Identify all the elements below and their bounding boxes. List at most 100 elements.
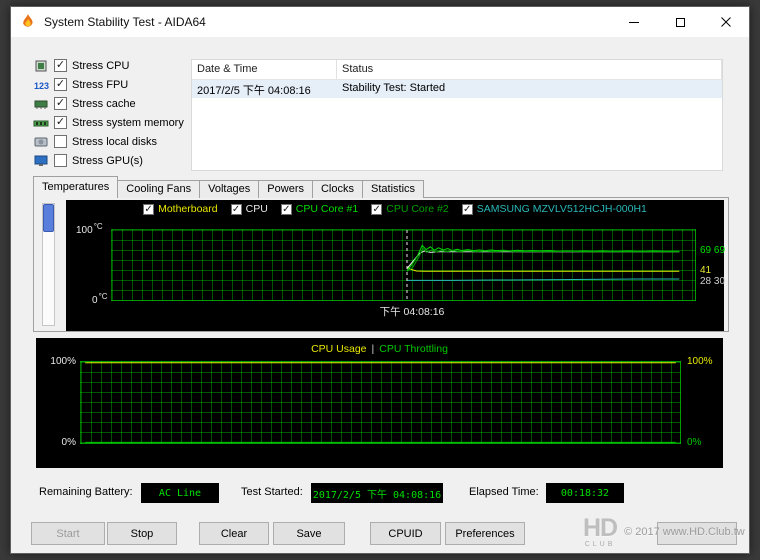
cpu-usage-title: CPU Usage	[311, 343, 366, 355]
y-axis-min-label: 0°C	[92, 292, 108, 306]
log-row[interactable]: 2017/2/5 下午 04:08:16 Stability Test: Sta…	[192, 80, 722, 98]
legend-checkbox[interactable]	[462, 204, 473, 215]
tab-voltages[interactable]: Voltages	[199, 180, 259, 198]
stress-cpu-checkbox[interactable]	[54, 59, 67, 72]
stress-option-label: Stress GPU(s)	[72, 155, 143, 167]
stress-option-label: Stress system memory	[72, 117, 184, 129]
stress-option-label: Stress local disks	[72, 136, 157, 148]
legend-item-cpu: CPU	[231, 203, 268, 215]
chart-legend: Motherboard CPU CPU Core #1 CPU Core #2	[66, 203, 724, 215]
tab-cooling-fans[interactable]: Cooling Fans	[117, 180, 200, 198]
current-value-labels: 69 694128 30	[700, 229, 726, 301]
legend-item-motherboard: Motherboard	[143, 203, 218, 215]
stress-option-gpu[interactable]: Stress GPU(s)	[33, 151, 184, 170]
tab-clocks[interactable]: Clocks	[312, 180, 363, 198]
titlebar-close-button[interactable]	[703, 7, 749, 37]
elapsed-time-label: Elapsed Time:	[469, 486, 539, 498]
scrollbar-thumb[interactable]	[43, 204, 54, 232]
usage-right-max-label: 100%	[687, 356, 713, 367]
tab-temperatures[interactable]: Temperatures	[33, 176, 118, 198]
minimize-icon	[629, 22, 639, 23]
gpu-icon	[33, 154, 50, 168]
maximize-icon	[676, 18, 685, 27]
time-axis-label: 下午 04:08:16	[362, 304, 462, 319]
titlebar: System Stability Test - AIDA64	[11, 7, 749, 37]
aida64-flame-icon	[20, 14, 36, 30]
legend-label: CPU	[246, 203, 268, 215]
cpu-usage-chart: CPU Usage | CPU Throttling 100% 0% 100% …	[36, 338, 723, 468]
save-button[interactable]: Save	[273, 522, 345, 545]
elapsed-time-value-box: 00:18:32	[546, 483, 624, 503]
close-button[interactable]	[657, 522, 737, 545]
start-button[interactable]: Start	[31, 522, 105, 545]
cpu-icon	[33, 59, 50, 73]
temperature-chart: Motherboard CPU CPU Core #1 CPU Core #2	[66, 200, 724, 331]
window-controls	[611, 7, 749, 37]
stress-disks-checkbox[interactable]	[54, 135, 67, 148]
battery-value: AC Line	[159, 488, 201, 499]
battery-value-box: AC Line	[141, 483, 219, 503]
log-cell-datetime: 2017/2/5 下午 04:08:16	[192, 80, 337, 98]
legend-item-cpu-core-1: CPU Core #1	[281, 203, 358, 215]
maximize-button[interactable]	[657, 7, 703, 37]
app-window: System Stability Test - AIDA64 St	[10, 6, 750, 554]
cpuid-button[interactable]: CPUID	[370, 522, 441, 545]
stress-fpu-checkbox[interactable]	[54, 78, 67, 91]
usage-right-min-label: 0%	[687, 437, 701, 448]
test-started-label: Test Started:	[241, 486, 303, 498]
usage-chart-title: CPU Usage | CPU Throttling	[36, 343, 723, 355]
stress-option-memory[interactable]: Stress system memory	[33, 113, 184, 132]
preferences-button[interactable]: Preferences	[445, 522, 525, 545]
legend-checkbox[interactable]	[143, 204, 154, 215]
legend-label: CPU Core #2	[386, 203, 448, 215]
legend-checkbox[interactable]	[231, 204, 242, 215]
stress-option-label: Stress cache	[72, 98, 136, 110]
cache-icon	[33, 97, 50, 111]
event-log-table: Date & Time Status 2017/2/5 下午 04:08:16 …	[191, 59, 723, 171]
stress-option-label: Stress FPU	[72, 79, 128, 91]
clear-button[interactable]: Clear	[199, 522, 269, 545]
fpu-icon: 123	[33, 78, 50, 92]
chart-value-label: 28 30	[700, 276, 725, 287]
stress-memory-checkbox[interactable]	[54, 116, 67, 129]
stress-option-label: Stress CPU	[72, 60, 129, 72]
remaining-battery-label: Remaining Battery:	[39, 486, 133, 498]
table-header: Date & Time Status	[192, 60, 722, 80]
hdclub-logo: HD CLUB	[583, 516, 617, 548]
column-header-status[interactable]: Status	[337, 60, 722, 79]
legend-label: CPU Core #1	[296, 203, 358, 215]
legend-item-samsung-ssd: SAMSUNG MZVLV512HCJH-000H1	[462, 203, 647, 215]
stress-gpu-checkbox[interactable]	[54, 154, 67, 167]
legend-item-cpu-core-2: CPU Core #2	[371, 203, 448, 215]
screenshot-background: System Stability Test - AIDA64 St	[0, 0, 760, 560]
stress-option-cpu[interactable]: Stress CPU	[33, 56, 184, 75]
legend-label: Motherboard	[158, 203, 218, 215]
usage-left-max-label: 100%	[44, 356, 76, 367]
window-title: System Stability Test - AIDA64	[44, 15, 206, 29]
hard-disk-icon	[33, 135, 50, 149]
minimize-button[interactable]	[611, 7, 657, 37]
cpu-throttling-title: CPU Throttling	[379, 343, 448, 355]
stress-cache-checkbox[interactable]	[54, 97, 67, 110]
column-header-datetime[interactable]: Date & Time	[192, 60, 337, 79]
legend-label: SAMSUNG MZVLV512HCJH-000H1	[477, 203, 647, 215]
memory-icon	[33, 116, 50, 130]
y-axis-max-label: 100°C	[76, 222, 103, 236]
chart-value-label: 69 69	[700, 245, 725, 256]
svg-text:123: 123	[34, 81, 49, 91]
stress-option-fpu[interactable]: 123 Stress FPU	[33, 75, 184, 94]
temperatures-tab-panel: Motherboard CPU CPU Core #1 CPU Core #2	[33, 197, 729, 332]
history-scrollbar[interactable]	[42, 203, 55, 326]
test-started-value: 2017/2/5 下午 04:08:16	[313, 486, 441, 501]
elapsed-time-value: 00:18:32	[561, 488, 609, 499]
legend-checkbox[interactable]	[371, 204, 382, 215]
stop-button[interactable]: Stop	[107, 522, 177, 545]
temperature-plot-area	[111, 229, 696, 301]
log-cell-status: Stability Test: Started	[337, 80, 722, 98]
stress-option-disks[interactable]: Stress local disks	[33, 132, 184, 151]
tab-statistics[interactable]: Statistics	[362, 180, 424, 198]
stress-options-list: Stress CPU 123 Stress FPU Stress cache	[33, 56, 184, 170]
legend-checkbox[interactable]	[281, 204, 292, 215]
stress-option-cache[interactable]: Stress cache	[33, 94, 184, 113]
tab-powers[interactable]: Powers	[258, 180, 313, 198]
